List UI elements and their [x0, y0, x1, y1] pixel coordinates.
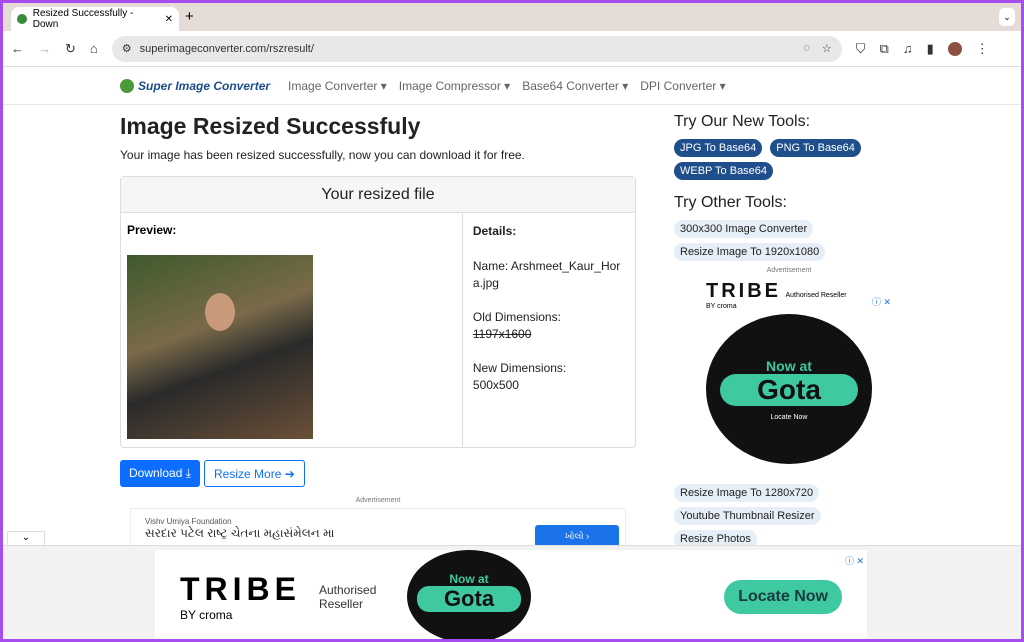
site-nav: Super Image Converter Image Converter ▾ …	[3, 67, 1021, 105]
new-dims-label: New Dimensions:	[472, 361, 567, 375]
tab-search-button[interactable]: ⌄	[999, 8, 1015, 26]
home-icon[interactable]: ⌂	[90, 41, 98, 56]
locate-now-button[interactable]: Locate Now	[724, 579, 842, 614]
bottom-ad-brand: TRIBE	[180, 571, 301, 607]
sidebar-ad-label: Advertisement	[766, 267, 812, 274]
eye-off-icon[interactable]: ◌	[803, 42, 810, 55]
bottom-ad-gota: Gota	[417, 586, 521, 612]
old-dims: 1197x1600	[472, 327, 532, 341]
inline-ad[interactable]: Vishv Umiya Foundation સરદાર પટેલ રાષ્ટ્ર…	[130, 508, 626, 548]
ad-reseller: Authorised Reseller	[785, 292, 847, 299]
tool-webp-base64[interactable]: WEBP To Base64	[674, 162, 774, 180]
ad-now-at: Now at	[766, 358, 812, 374]
back-icon[interactable]: ←	[11, 41, 24, 56]
download-button[interactable]: Download ⤓	[120, 460, 201, 487]
nav-image-compressor[interactable]: Image Compressor ▾	[399, 79, 510, 93]
result-card: Your resized file Preview: Details: Name…	[120, 176, 636, 448]
bottom-ad-reseller: Authorised Reseller	[319, 582, 377, 611]
new-tab-button[interactable]: +	[185, 8, 194, 25]
old-dims-label: Old Dimensions:	[472, 310, 561, 324]
tab-bar: Resized Successfully - Down ✕ + ⌄	[3, 3, 1021, 31]
preview-image	[127, 255, 313, 439]
ad-open-button[interactable]: ખોલો ›	[535, 525, 619, 547]
menu-icon[interactable]: ⋮	[976, 41, 989, 57]
tool-1280x720[interactable]: Resize Image To 1280x720	[674, 484, 820, 502]
ad-locate-small[interactable]: Locate Now	[706, 414, 872, 421]
tool-1920x1080[interactable]: Resize Image To 1920x1080	[674, 243, 826, 261]
bookmark-star-icon[interactable]: ☆	[822, 42, 832, 55]
resize-more-button[interactable]: Resize More ➔	[204, 460, 305, 487]
ad-label: Advertisement	[355, 497, 401, 504]
ad-close-icon[interactable]: ⓘ ✕	[872, 295, 891, 308]
page-title: Image Resized Successfuly	[120, 113, 421, 139]
ad-gota: Gota	[720, 374, 858, 406]
other-tools-title: Try Other Tools:	[674, 194, 787, 211]
close-tab-icon[interactable]: ✕	[165, 14, 173, 25]
bottom-ad-close-icon[interactable]: ⓘ ✕	[845, 554, 864, 567]
tool-jpg-base64[interactable]: JPG To Base64	[674, 139, 763, 157]
profile-avatar[interactable]	[947, 41, 962, 56]
forward-icon[interactable]: →	[38, 41, 51, 56]
file-name: Name: Arshmeet_Kaur_Hora.jpg	[472, 259, 621, 290]
reload-icon[interactable]: ↻	[65, 41, 76, 57]
ad-by: BY croma	[706, 303, 737, 310]
nav-image-converter[interactable]: Image Converter ▾	[288, 79, 387, 93]
nav-dpi-converter[interactable]: DPI Converter ▾	[640, 79, 725, 93]
bottom-ad-now-at: Now at	[449, 572, 489, 586]
extensions-icon[interactable]: ⧉	[880, 41, 889, 57]
tool-youtube-thumbnail[interactable]: Youtube Thumbnail Resizer	[674, 507, 821, 525]
nav-base64-converter[interactable]: Base64 Converter ▾	[522, 79, 628, 93]
new-tools-title: Try Our New Tools:	[674, 113, 811, 130]
ad-brand: TRIBE	[706, 280, 781, 302]
url-text[interactable]: superimageconverter.com/rszresult/	[140, 43, 314, 55]
card-title: Your resized file	[121, 177, 635, 213]
logo-icon	[120, 78, 134, 93]
tab-title: Resized Successfully - Down	[32, 8, 134, 30]
site-info-icon[interactable]: ⚙	[122, 42, 132, 55]
page-subtitle: Your image has been resized successfully…	[120, 148, 525, 162]
media-icon[interactable]: ♫	[903, 41, 913, 56]
sidebar-ad[interactable]: TRIBE Authorised Reseller BY croma Now a…	[706, 280, 892, 470]
shield-extension-icon[interactable]: ⛉	[856, 41, 866, 57]
favicon-icon	[17, 14, 27, 24]
preview-label: Preview:	[127, 223, 177, 237]
logo-text: Super Image Converter	[138, 78, 271, 93]
tool-png-base64[interactable]: PNG To Base64	[770, 139, 861, 157]
bottom-ad-by: BY croma	[180, 608, 233, 622]
browser-tab[interactable]: Resized Successfully - Down ✕	[11, 7, 179, 31]
address-bar[interactable]: ⚙ superimageconverter.com/rszresult/ ◌ ☆	[111, 35, 842, 62]
bottom-ad-banner[interactable]: TRIBE BY croma Authorised Reseller Now at…	[3, 545, 1021, 639]
tool-300x300[interactable]: 300x300 Image Converter	[674, 220, 814, 238]
side-panel-icon[interactable]: ▮	[927, 41, 934, 57]
new-dims: 500x500	[472, 378, 519, 392]
site-logo[interactable]: Super Image Converter	[120, 78, 271, 93]
details-label: Details:	[472, 224, 517, 238]
